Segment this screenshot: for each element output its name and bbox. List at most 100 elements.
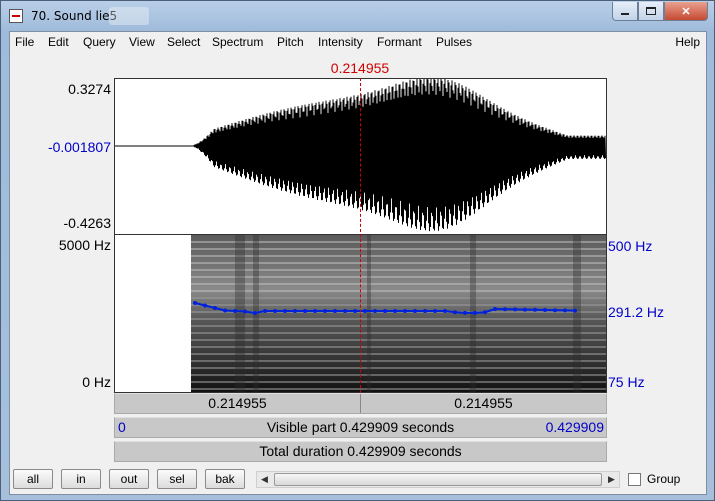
title-bar[interactable]: 70. Sound lie5 ✕ xyxy=(1,1,714,31)
menu-pulses[interactable]: Pulses xyxy=(436,35,472,49)
time-right-value: 0.214955 xyxy=(454,395,513,411)
maximize-button[interactable] xyxy=(638,2,664,21)
menu-file[interactable]: File xyxy=(15,35,34,49)
menu-spectrum[interactable]: Spectrum xyxy=(212,35,263,49)
group-label: Group xyxy=(647,472,681,486)
zoom-in-button[interactable]: in xyxy=(61,469,101,489)
pitch-point xyxy=(323,309,327,313)
pitch-point xyxy=(313,309,317,313)
minimize-button[interactable] xyxy=(612,2,638,21)
pitch-point xyxy=(383,309,387,313)
pitch-point xyxy=(363,309,367,313)
pitch-point xyxy=(193,301,197,305)
pitch-point xyxy=(373,309,377,313)
pitch-point xyxy=(393,309,397,313)
spectral-transition xyxy=(235,235,245,392)
maximize-icon xyxy=(646,7,656,15)
group-checkbox[interactable] xyxy=(628,473,641,486)
pitch-point xyxy=(453,310,457,315)
selection-time-bar[interactable]: 0.214955 0.214955 xyxy=(114,393,607,414)
menu-select[interactable]: Select xyxy=(167,35,200,49)
app-icon xyxy=(9,9,23,23)
pitch-point xyxy=(203,303,207,308)
title-blur xyxy=(109,7,149,25)
zoom-back-button[interactable]: bak xyxy=(205,469,245,489)
pitch-point xyxy=(263,309,267,313)
close-icon: ✕ xyxy=(681,5,691,18)
pitch-point xyxy=(293,309,297,313)
pitch-point xyxy=(463,310,467,315)
pitch-point xyxy=(493,307,497,311)
pitch-point xyxy=(403,309,407,313)
scroll-right-icon[interactable]: ▶ xyxy=(604,472,619,487)
pitch-point xyxy=(243,309,247,314)
menu-edit[interactable]: Edit xyxy=(48,35,69,49)
total-duration-bar[interactable]: Total duration 0.429909 seconds xyxy=(114,441,607,462)
pitch-point xyxy=(303,309,307,313)
pitch-point xyxy=(223,308,227,313)
menu-query[interactable]: Query xyxy=(83,35,116,49)
pitch-point xyxy=(233,309,237,313)
menu-pitch[interactable]: Pitch xyxy=(277,35,304,49)
pitch-max-label: 500 Hz xyxy=(608,238,653,254)
zoom-sel-button[interactable]: sel xyxy=(157,469,197,489)
horizontal-scrollbar[interactable]: ◀ ▶ xyxy=(256,471,620,488)
visible-start: 0 xyxy=(118,419,126,435)
pitch-point xyxy=(503,307,507,312)
waveform-y-min: -0.4263 xyxy=(63,215,111,231)
pitch-point xyxy=(423,309,427,313)
visible-part-bar[interactable]: Visible part 0.429909 seconds 0 0.429909 xyxy=(114,417,607,438)
pitch-point xyxy=(443,309,447,313)
menu-help[interactable]: Help xyxy=(675,35,700,49)
spectrogram-freq-min: 0 Hz xyxy=(82,374,111,390)
pitch-point xyxy=(473,310,477,315)
pitch-point xyxy=(213,306,217,310)
menu-view[interactable]: View xyxy=(129,35,155,49)
spectrogram-svg xyxy=(191,235,606,392)
menu-intensity[interactable]: Intensity xyxy=(318,35,363,49)
pitch-point xyxy=(513,307,517,312)
cursor-time-label: 0.214955 xyxy=(330,60,390,76)
pitch-point xyxy=(353,309,357,313)
waveform-svg xyxy=(115,79,606,232)
pitch-point xyxy=(573,308,577,313)
spectral-transition xyxy=(573,235,581,392)
waveform-y-max: 0.3274 xyxy=(68,81,111,97)
pitch-point xyxy=(543,308,547,312)
pitch-point xyxy=(253,311,257,315)
zoom-all-button[interactable]: all xyxy=(13,469,53,489)
waveform-trace xyxy=(115,79,606,232)
pitch-point xyxy=(563,308,567,313)
window-title: 70. Sound lie5 xyxy=(31,9,118,23)
praat-sound-window: 70. Sound lie5 ✕ File Edit Query View Se… xyxy=(0,0,715,501)
bottom-toolbar: all in out sel bak ◀ ▶ Group xyxy=(10,466,706,494)
pitch-point xyxy=(483,310,487,315)
pitch-point xyxy=(413,309,417,313)
menu-bar: File Edit Query View Select Spectrum Pit… xyxy=(10,32,706,52)
pitch-point xyxy=(283,309,287,313)
time-left-value: 0.214955 xyxy=(208,395,267,411)
close-button[interactable]: ✕ xyxy=(664,2,708,21)
pitch-point xyxy=(533,307,537,312)
pitch-point xyxy=(343,309,347,313)
caption-buttons: ✕ xyxy=(612,2,708,22)
minimize-icon xyxy=(621,13,629,15)
spectrogram-panel[interactable] xyxy=(114,235,607,393)
pitch-point xyxy=(273,309,277,313)
waveform-panel[interactable] xyxy=(114,78,607,235)
zoom-out-button[interactable]: out xyxy=(109,469,149,489)
visible-part-label: Visible part 0.429909 seconds xyxy=(266,419,455,435)
pitch-min-label: 75 Hz xyxy=(608,374,645,390)
total-duration-label: Total duration 0.429909 seconds xyxy=(259,443,462,459)
scroll-thumb[interactable] xyxy=(274,473,602,486)
spectral-transition xyxy=(367,235,371,392)
visible-end: 0.429909 xyxy=(545,419,604,435)
pitch-point xyxy=(333,309,337,313)
editor-client-area: File Edit Query View Select Spectrum Pit… xyxy=(9,31,707,495)
pitch-current-label: 291.2 Hz xyxy=(608,304,665,320)
waveform-y-cursor: -0.001807 xyxy=(47,139,111,155)
scroll-left-icon[interactable]: ◀ xyxy=(257,472,272,487)
pitch-point xyxy=(553,308,557,313)
menu-formant[interactable]: Formant xyxy=(377,35,422,49)
spectrogram-freq-max: 5000 Hz xyxy=(58,237,111,253)
